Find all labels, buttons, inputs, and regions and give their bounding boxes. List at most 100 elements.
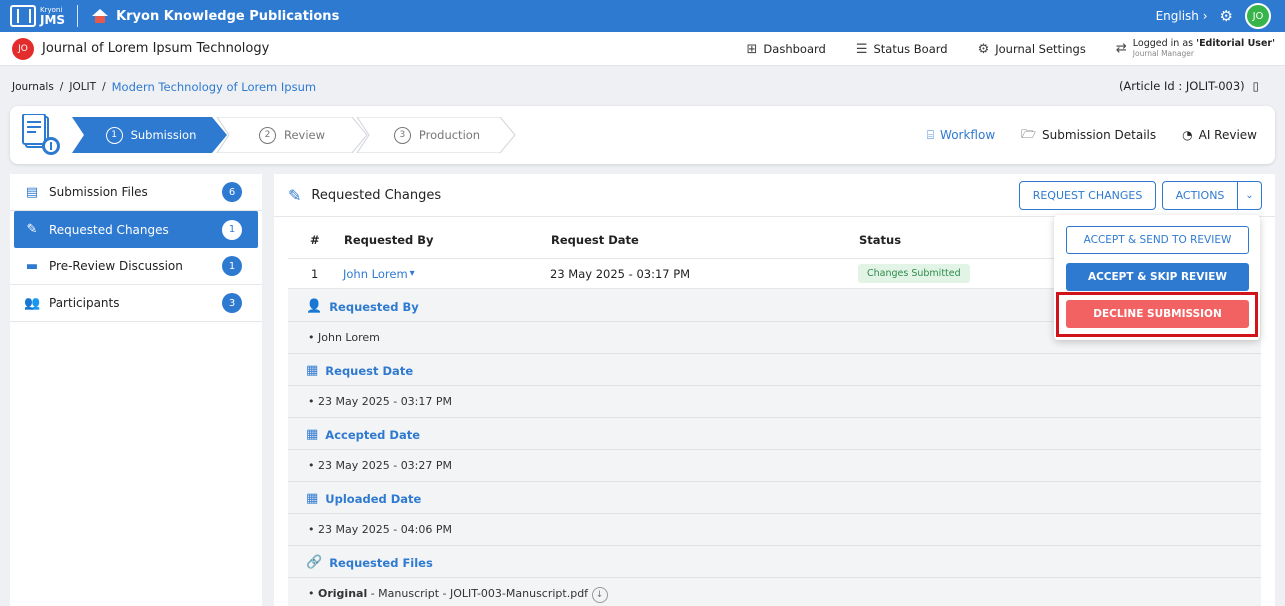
workflow-label: Workflow <box>940 128 996 142</box>
ai-review-link[interactable]: ◔ AI Review <box>1182 128 1257 142</box>
workflow-card: 1 Submission 2 Review 3 Production ⌸ Wor… <box>10 106 1275 164</box>
file-icon: ▤ <box>25 184 39 200</box>
logged-in-prefix: Logged in as <box>1132 38 1194 50</box>
divider <box>288 449 1261 450</box>
document-icon <box>22 114 60 155</box>
nav-journal-settings[interactable]: ⚙ Journal Settings <box>978 42 1086 57</box>
accepted-date-value: 23 May 2025 - 03:27 PM <box>318 459 453 472</box>
publisher-title[interactable]: Kryon Knowledge Publications <box>116 9 339 24</box>
calendar-icon: ▦ <box>306 491 319 506</box>
sidebar-item-pre-review-discussion[interactable]: ▬ Pre-Review Discussion 1 <box>10 248 262 285</box>
user-icon: 👤 <box>306 299 323 314</box>
detail-value: • 23 May 2025 - 03:27 PM <box>308 459 453 472</box>
book-logo-icon <box>10 5 36 27</box>
col-num: # <box>310 233 320 247</box>
app-logo[interactable]: Kryoni JMS <box>10 5 65 27</box>
journal-badge: JO <box>12 37 34 60</box>
nav-dashboard-label: Dashboard <box>763 42 826 56</box>
nav-dashboard[interactable]: ⊞ Dashboard <box>747 42 826 57</box>
sidebar-item-label: Participants <box>49 296 120 310</box>
uploaded-date-value: 23 May 2025 - 04:06 PM <box>318 523 453 536</box>
copy-icon[interactable]: ▯ <box>1253 79 1259 93</box>
accept-skip-review-button[interactable]: ACCEPT & SKIP REVIEW <box>1066 263 1249 291</box>
step-production[interactable]: 3 Production <box>372 117 502 153</box>
file-name: - Manuscript - JOLIT-003-Manuscript.pdf <box>367 587 589 600</box>
requested-by-value: John Lorem <box>318 331 380 344</box>
heading-label: Uploaded Date <box>325 491 422 506</box>
gear-icon[interactable]: ⚙ <box>1220 7 1233 25</box>
breadcrumb-article[interactable]: Modern Technology of Lorem Ipsum <box>112 80 316 94</box>
settings-icon: ⚙ <box>977 41 990 57</box>
breadcrumb-sep: / <box>59 81 64 93</box>
link-icon: 🔗 <box>306 555 323 570</box>
folder-icon: 🗁 <box>1021 126 1037 141</box>
user-avatar[interactable]: JO <box>1245 3 1271 29</box>
article-id: (Article Id : JOLIT-003) ▯ <box>1119 79 1259 93</box>
accept-send-to-review-button[interactable]: ACCEPT & SEND TO REVIEW <box>1066 226 1249 254</box>
chevron-down-icon: ▾ <box>409 268 415 279</box>
chevron-down-icon[interactable]: ⌄ <box>1238 181 1262 210</box>
highlight-box <box>1056 292 1258 337</box>
col-status: Status <box>859 233 902 247</box>
breadcrumb-jolit[interactable]: JOLIT <box>69 81 96 93</box>
step-review[interactable]: 2 Review <box>232 117 352 153</box>
language-selector[interactable]: English › <box>1156 9 1208 23</box>
grid-icon: ⊞ <box>746 41 758 57</box>
actions-button[interactable]: ACTIONS <box>1162 181 1238 210</box>
heading-label: Requested Files <box>329 555 433 570</box>
journal-bar: JO Journal of Lorem Ipsum Technology ⊞ D… <box>0 32 1285 66</box>
request-date-heading: ▦ Request Date <box>306 363 413 378</box>
sidebar-item-requested-changes[interactable]: ✎ Requested Changes 1 <box>14 211 258 248</box>
table-row[interactable]: 1 John Lorem ▾ 23 May 2025 - 03:17 PM Cha… <box>288 258 1058 289</box>
sidebar-item-label: Requested Changes <box>49 222 169 237</box>
edit-icon: ✎ <box>288 185 302 205</box>
count-badge: 1 <box>222 256 242 276</box>
submission-details-link[interactable]: 🗁 Submission Details <box>1021 125 1156 146</box>
step-label: Production <box>418 128 481 142</box>
step-submission[interactable]: 1 Submission <box>86 117 216 153</box>
chevron-right-icon: › <box>1202 9 1208 23</box>
article-id-label: (Article Id : JOLIT-003) <box>1118 79 1245 93</box>
breadcrumb: Journals / JOLIT / Modern Technology of … <box>12 80 316 94</box>
detail-value: • 23 May 2025 - 04:06 PM <box>308 523 453 536</box>
sidebar-item-submission-files[interactable]: ▤ Submission Files 6 <box>10 174 262 211</box>
accepted-date-heading: ▦ Accepted Date <box>306 427 420 442</box>
home-icon[interactable] <box>92 9 109 23</box>
users-icon: 👥 <box>24 295 41 311</box>
ai-review-label: AI Review <box>1198 128 1257 142</box>
sidebar-item-label: Submission Files <box>49 185 148 199</box>
request-changes-button[interactable]: REQUEST CHANGES <box>1019 181 1156 210</box>
divider <box>288 417 1261 418</box>
heading-label: Requested By <box>329 299 419 314</box>
language-label: English <box>1155 9 1199 23</box>
col-request-date: Request Date <box>551 233 639 247</box>
row-requested-by[interactable]: John Lorem ▾ <box>343 259 415 288</box>
download-icon[interactable]: ↓ <box>591 587 608 603</box>
sidebar-item-participants[interactable]: 👥 Participants 3 <box>10 285 262 322</box>
step-number: 2 <box>258 126 276 144</box>
calendar-icon: ▦ <box>306 427 319 442</box>
logged-in-role: Journal Manager <box>1132 49 1194 59</box>
logo-big-text: JMS <box>40 12 66 27</box>
step-label: Submission <box>130 128 197 142</box>
divider <box>77 5 79 27</box>
logged-in-user: 'Editorial User' <box>1196 38 1275 50</box>
row-num: 1 <box>311 266 319 281</box>
board-icon: ☰ <box>855 41 868 57</box>
breadcrumb-journals[interactable]: Journals <box>12 81 54 93</box>
nav-status-board[interactable]: ☰ Status Board <box>856 42 948 57</box>
logged-in-info[interactable]: ⇄ Logged in as 'Editorial User' Journal … <box>1116 38 1275 59</box>
pie-chart-icon: ◔ <box>1182 128 1193 142</box>
calendar-icon: ▦ <box>306 363 319 378</box>
panel-title: Requested Changes <box>311 187 442 203</box>
count-badge: 1 <box>222 219 242 240</box>
workflow-link[interactable]: ⌸ Workflow <box>927 128 995 143</box>
divider <box>288 481 1261 482</box>
status-badge: Changes Submitted <box>858 264 970 283</box>
journal-title[interactable]: Journal of Lorem Ipsum Technology <box>42 41 269 56</box>
workflow-icon: ⌸ <box>926 127 935 142</box>
divider <box>288 513 1261 514</box>
heading-label: Request Date <box>325 363 414 378</box>
row-request-date: 23 May 2025 - 03:17 PM <box>550 266 691 281</box>
sidebar-item-label: Pre-Review Discussion <box>49 259 183 273</box>
